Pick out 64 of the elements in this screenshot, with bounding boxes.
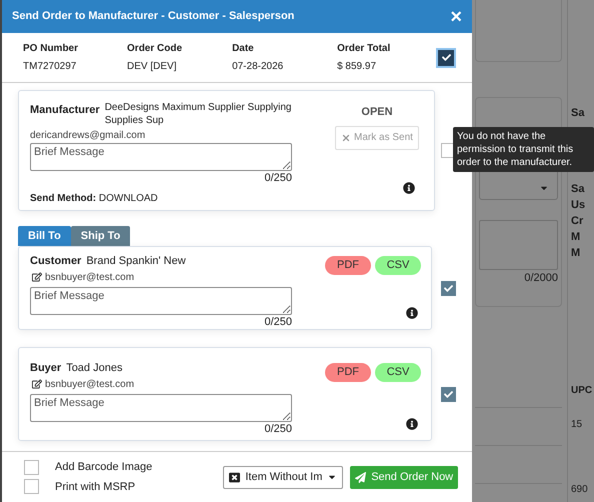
option-label: Add Barcode Image	[55, 460, 152, 475]
check-icon	[444, 284, 453, 292]
character-counter: 0/2000	[524, 271, 558, 286]
export-button[interactable]: PDF	[325, 363, 371, 382]
tooltip: You do not have the permission to transmit this order to the manufacturer.	[453, 127, 594, 172]
check-icon	[444, 390, 453, 398]
tab[interactable]: Ship To	[70, 226, 130, 246]
background-label: Sa	[571, 106, 586, 121]
message-field[interactable]: Brief Message	[30, 286, 292, 314]
export-button[interactable]: CSV	[375, 363, 421, 382]
checkbox[interactable]	[24, 479, 39, 494]
field-label: Date	[232, 42, 255, 56]
recipient-name: Brand Spankin' New	[86, 254, 186, 269]
message-field[interactable]: Brief Message	[30, 394, 292, 422]
edit-icon[interactable]	[32, 379, 42, 389]
background-label: M	[571, 230, 582, 245]
export-button[interactable]: CSV	[375, 256, 421, 275]
recipient-label: Customer	[30, 254, 82, 269]
info-icon[interactable]	[406, 418, 418, 430]
checkbox[interactable]	[441, 280, 456, 296]
check-icon	[442, 53, 451, 62]
info-icon[interactable]	[403, 182, 415, 194]
checkbox[interactable]	[441, 386, 456, 402]
checkbox[interactable]	[24, 460, 39, 475]
recipient-email: bsnbuyer@test.com	[45, 378, 134, 392]
image-select[interactable]: Item Without Im	[223, 466, 344, 488]
send-method: Send Method: DOWNLOAD	[30, 192, 159, 206]
column-header: UPC	[571, 384, 592, 398]
field-value: DEV [DEV]	[127, 60, 178, 74]
recipient-email: bsnbuyer@test.com	[45, 270, 134, 284]
recipient-label: Buyer	[30, 361, 62, 376]
background-label: Sa	[571, 182, 586, 197]
send-icon	[355, 472, 366, 482]
close-icon	[229, 472, 240, 482]
status-label: OPEN	[361, 105, 393, 120]
send-order-button[interactable]: Send Order Now	[350, 466, 458, 488]
manufacturer-email: dericandrews@gmail.com	[30, 129, 146, 143]
checkbox[interactable]	[438, 50, 454, 66]
field-value: TM7270297	[23, 60, 78, 74]
manufacturer-label: Manufacturer	[30, 103, 100, 118]
field-label: Order Code	[127, 42, 184, 56]
field-label: PO Number	[23, 42, 80, 56]
message-field[interactable]: Brief Message	[30, 143, 292, 171]
character-counter: 0/250	[264, 314, 292, 328]
option-label: Print with MSRP	[55, 480, 136, 494]
info-icon[interactable]	[406, 307, 418, 319]
character-counter: 0/250	[264, 422, 292, 436]
table-cell-text: 15	[571, 418, 582, 432]
table-cell-text: 690	[571, 483, 588, 497]
close-icon	[341, 132, 352, 142]
recipient-name: Toad Jones	[66, 361, 122, 376]
tab[interactable]: Bill To	[18, 226, 71, 246]
dialog-title: Send Order to Manufacturer - Customer - Salesperson	[12, 9, 294, 24]
field-label: Order Total	[337, 42, 392, 56]
background-label: Cr	[571, 214, 584, 229]
character-counter: 0/250	[264, 171, 292, 185]
close-button[interactable]: ×	[450, 6, 462, 26]
background-label: M	[571, 246, 582, 261]
field-value: 07-28-2026	[232, 60, 284, 74]
background-label: Us	[571, 198, 586, 213]
edit-icon[interactable]	[32, 272, 42, 282]
export-button[interactable]: PDF	[325, 256, 371, 275]
field-value: $ 859.97	[337, 60, 378, 74]
manufacturer-name: DeeDesigns Maximum Supplier Supplying Supplies Sup	[104, 101, 292, 127]
